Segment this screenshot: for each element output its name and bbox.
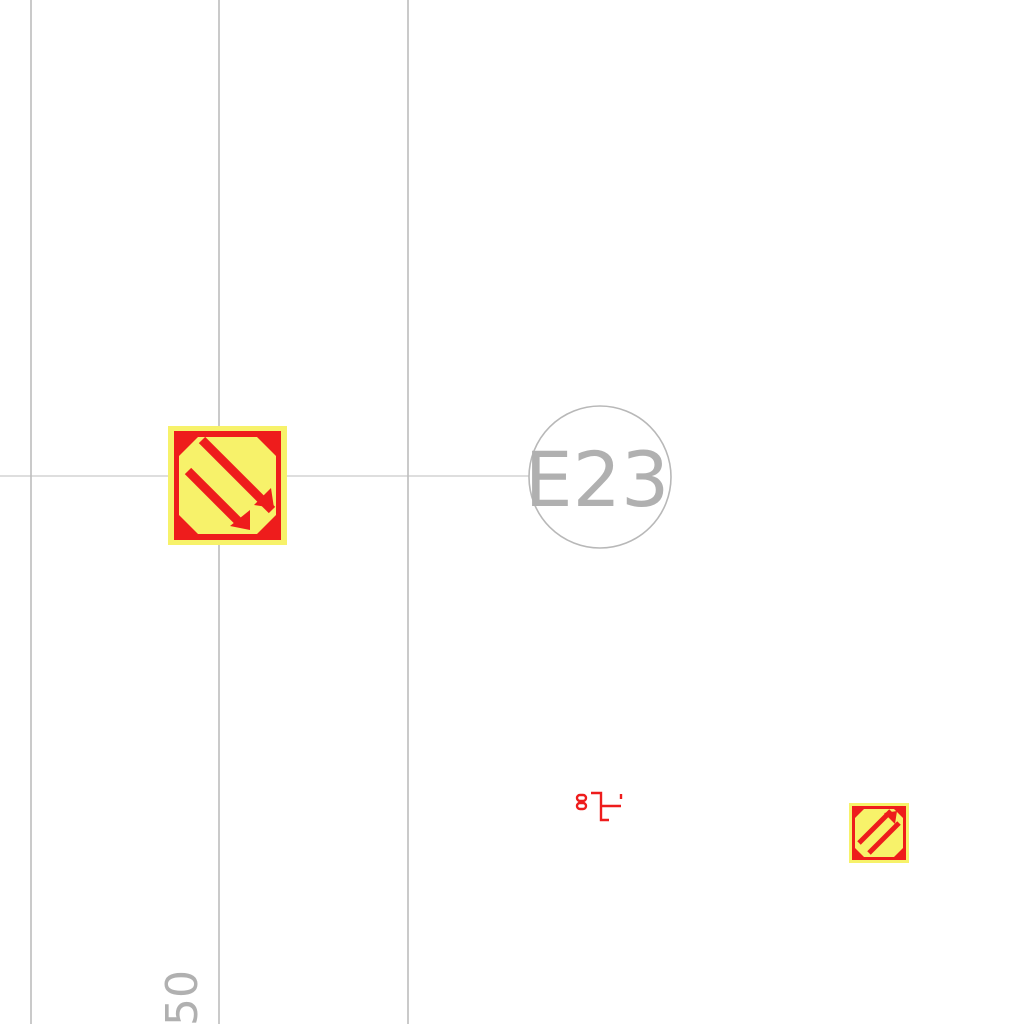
grid-bubble-label: E23: [525, 435, 670, 524]
diagonal-arrows-up-right-icon: [855, 809, 903, 857]
grid-bubble: E23: [525, 405, 672, 549]
floor-plan-canvas: E23 .50: [0, 0, 909, 1024]
diagonal-arrows-down-right-icon: [174, 431, 281, 540]
fire-alarm-signal-symbol-large[interactable]: [168, 426, 287, 545]
sprinkler-valve-symbol[interactable]: [575, 791, 623, 822]
fire-alarm-signal-symbol-small[interactable]: [849, 803, 909, 863]
valve-icon: [575, 791, 623, 822]
dimension-text: .50: [157, 970, 208, 1024]
